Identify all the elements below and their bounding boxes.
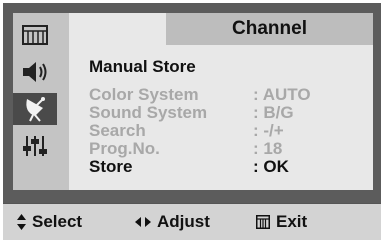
submenu-title: Manual Store bbox=[89, 57, 196, 76]
satellite-dish-icon bbox=[26, 97, 45, 122]
row-label: Sound System bbox=[89, 103, 208, 122]
row-label: Store bbox=[89, 157, 133, 176]
row-value: : 18 bbox=[253, 139, 283, 158]
left-right-arrows-icon bbox=[135, 217, 151, 227]
row-label: Color System bbox=[89, 85, 199, 104]
select-hint: Select bbox=[17, 204, 82, 240]
speaker-icon bbox=[23, 62, 47, 82]
sliders-icon bbox=[23, 136, 47, 156]
menu-panel: Manual Store Color System : AUTO Sound S… bbox=[69, 45, 373, 190]
exit-label: Exit bbox=[276, 212, 308, 231]
exit-hint: Exit bbox=[256, 204, 307, 240]
row-value: : -/+ bbox=[253, 121, 284, 140]
sidebar-item-setup[interactable] bbox=[13, 130, 57, 162]
menu-header: Channel bbox=[69, 13, 373, 45]
button-hint-bar: Select Adjust Exit bbox=[3, 203, 381, 240]
select-label: Select bbox=[32, 212, 83, 231]
picture-icon bbox=[22, 25, 48, 45]
osd-sidebar bbox=[13, 13, 69, 190]
row-label: Prog.No. bbox=[89, 139, 160, 158]
up-down-arrows-icon bbox=[17, 214, 26, 230]
row-value: : OK bbox=[253, 157, 289, 176]
menu-title: Channel bbox=[166, 13, 373, 45]
adjust-label: Adjust bbox=[157, 212, 210, 231]
row-value: : B/G bbox=[253, 103, 294, 122]
sidebar-item-picture[interactable] bbox=[13, 19, 57, 51]
sidebar-item-sound[interactable] bbox=[13, 56, 57, 88]
osd-screen: Channel Manual Store Color System : AUTO… bbox=[0, 0, 386, 243]
sidebar-item-channel[interactable] bbox=[13, 93, 57, 125]
menu-icon bbox=[256, 215, 270, 229]
row-value: : AUTO bbox=[253, 85, 311, 104]
row-label: Search bbox=[89, 121, 146, 140]
adjust-hint: Adjust bbox=[135, 204, 210, 240]
